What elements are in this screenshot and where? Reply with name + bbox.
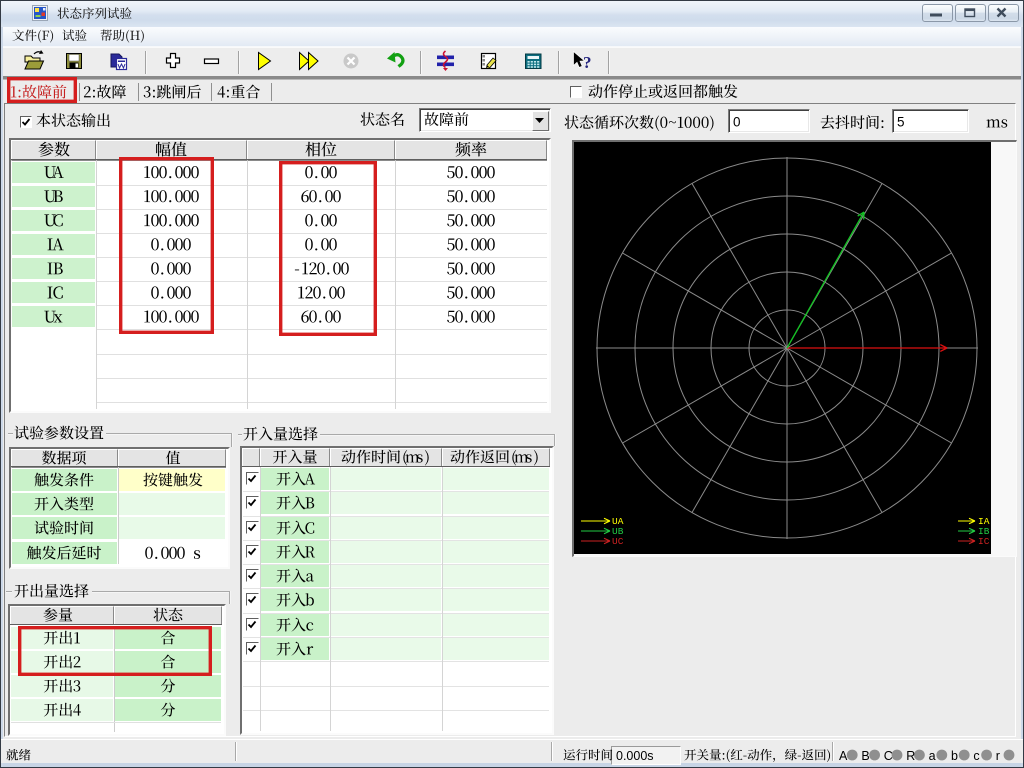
svg-text:r: r	[996, 749, 1000, 763]
svg-text:b: b	[951, 749, 958, 763]
svg-text:B: B	[861, 749, 869, 763]
svg-text:?: ?	[583, 53, 592, 72]
svg-text:A: A	[839, 749, 848, 763]
svg-text:IC: IC	[978, 536, 990, 547]
svg-text:0: 0	[733, 115, 741, 130]
svg-text:UC: UC	[612, 536, 624, 547]
svg-text:a: a	[929, 749, 936, 763]
svg-text:R: R	[906, 749, 915, 763]
svg-text:C: C	[884, 749, 893, 763]
svg-text:5: 5	[897, 115, 905, 130]
svg-text:0.000s: 0.000s	[616, 749, 654, 763]
svg-text:c: c	[973, 749, 979, 763]
